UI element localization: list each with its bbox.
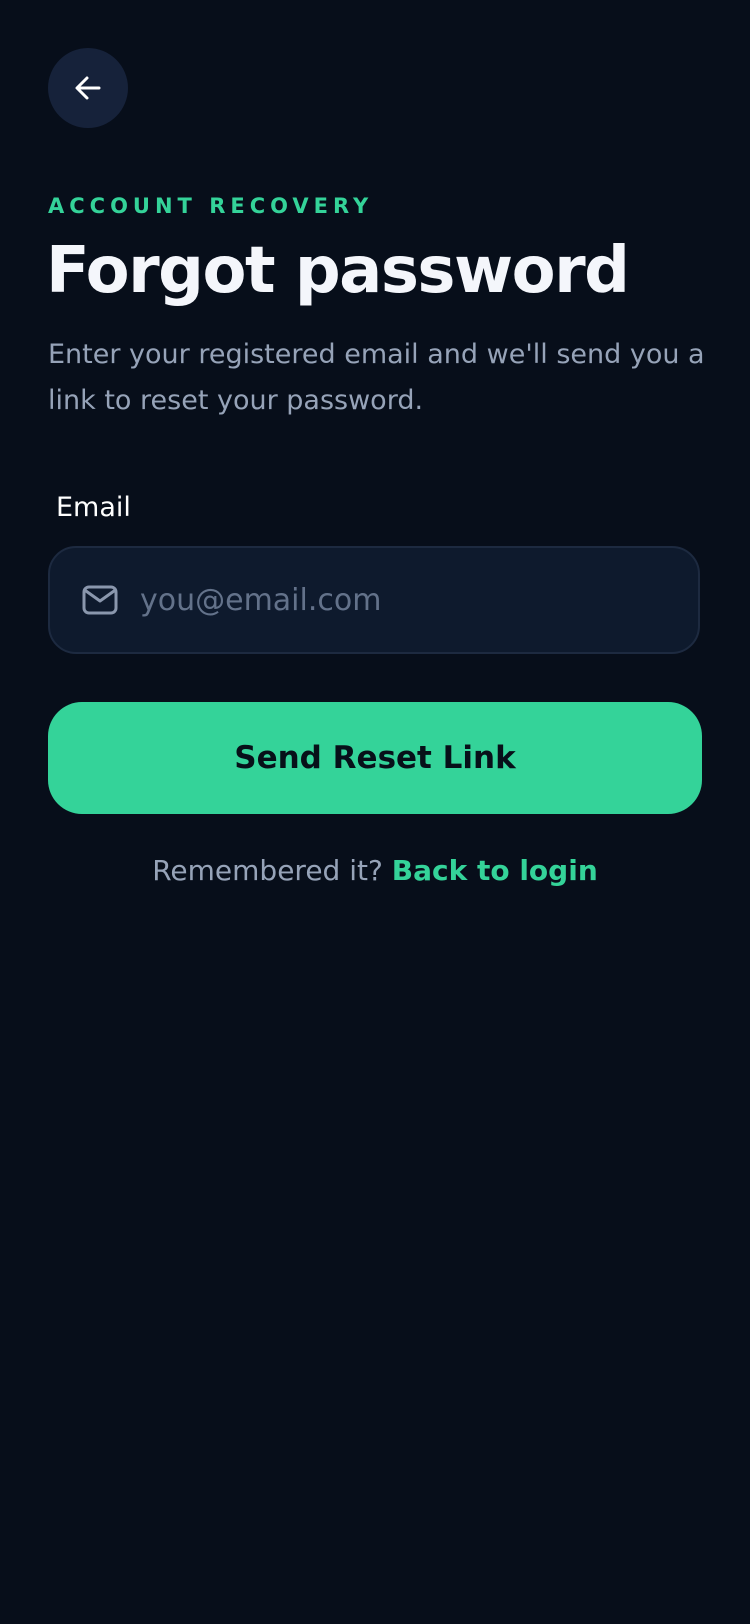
back-button[interactable] <box>48 48 128 128</box>
email-input[interactable] <box>140 548 698 652</box>
page-subtitle: Enter your registered email and we'll se… <box>48 339 705 416</box>
send-reset-link-button[interactable]: Send Reset Link <box>48 702 702 814</box>
section-eyebrow: ACCOUNT RECOVERY <box>48 194 374 218</box>
email-label: Email <box>56 492 131 523</box>
login-prompt: Remembered it? Back to login <box>0 854 750 887</box>
arrow-left-icon <box>72 72 104 104</box>
back-to-login-link[interactable]: Back to login <box>392 854 598 887</box>
forgot-password-screen: ACCOUNT RECOVERY Forgot password Enter y… <box>0 0 750 1624</box>
mail-icon <box>82 582 118 618</box>
login-prompt-text: Remembered it? <box>152 854 383 887</box>
page-title: Forgot password <box>46 234 630 308</box>
email-field[interactable] <box>48 546 700 654</box>
